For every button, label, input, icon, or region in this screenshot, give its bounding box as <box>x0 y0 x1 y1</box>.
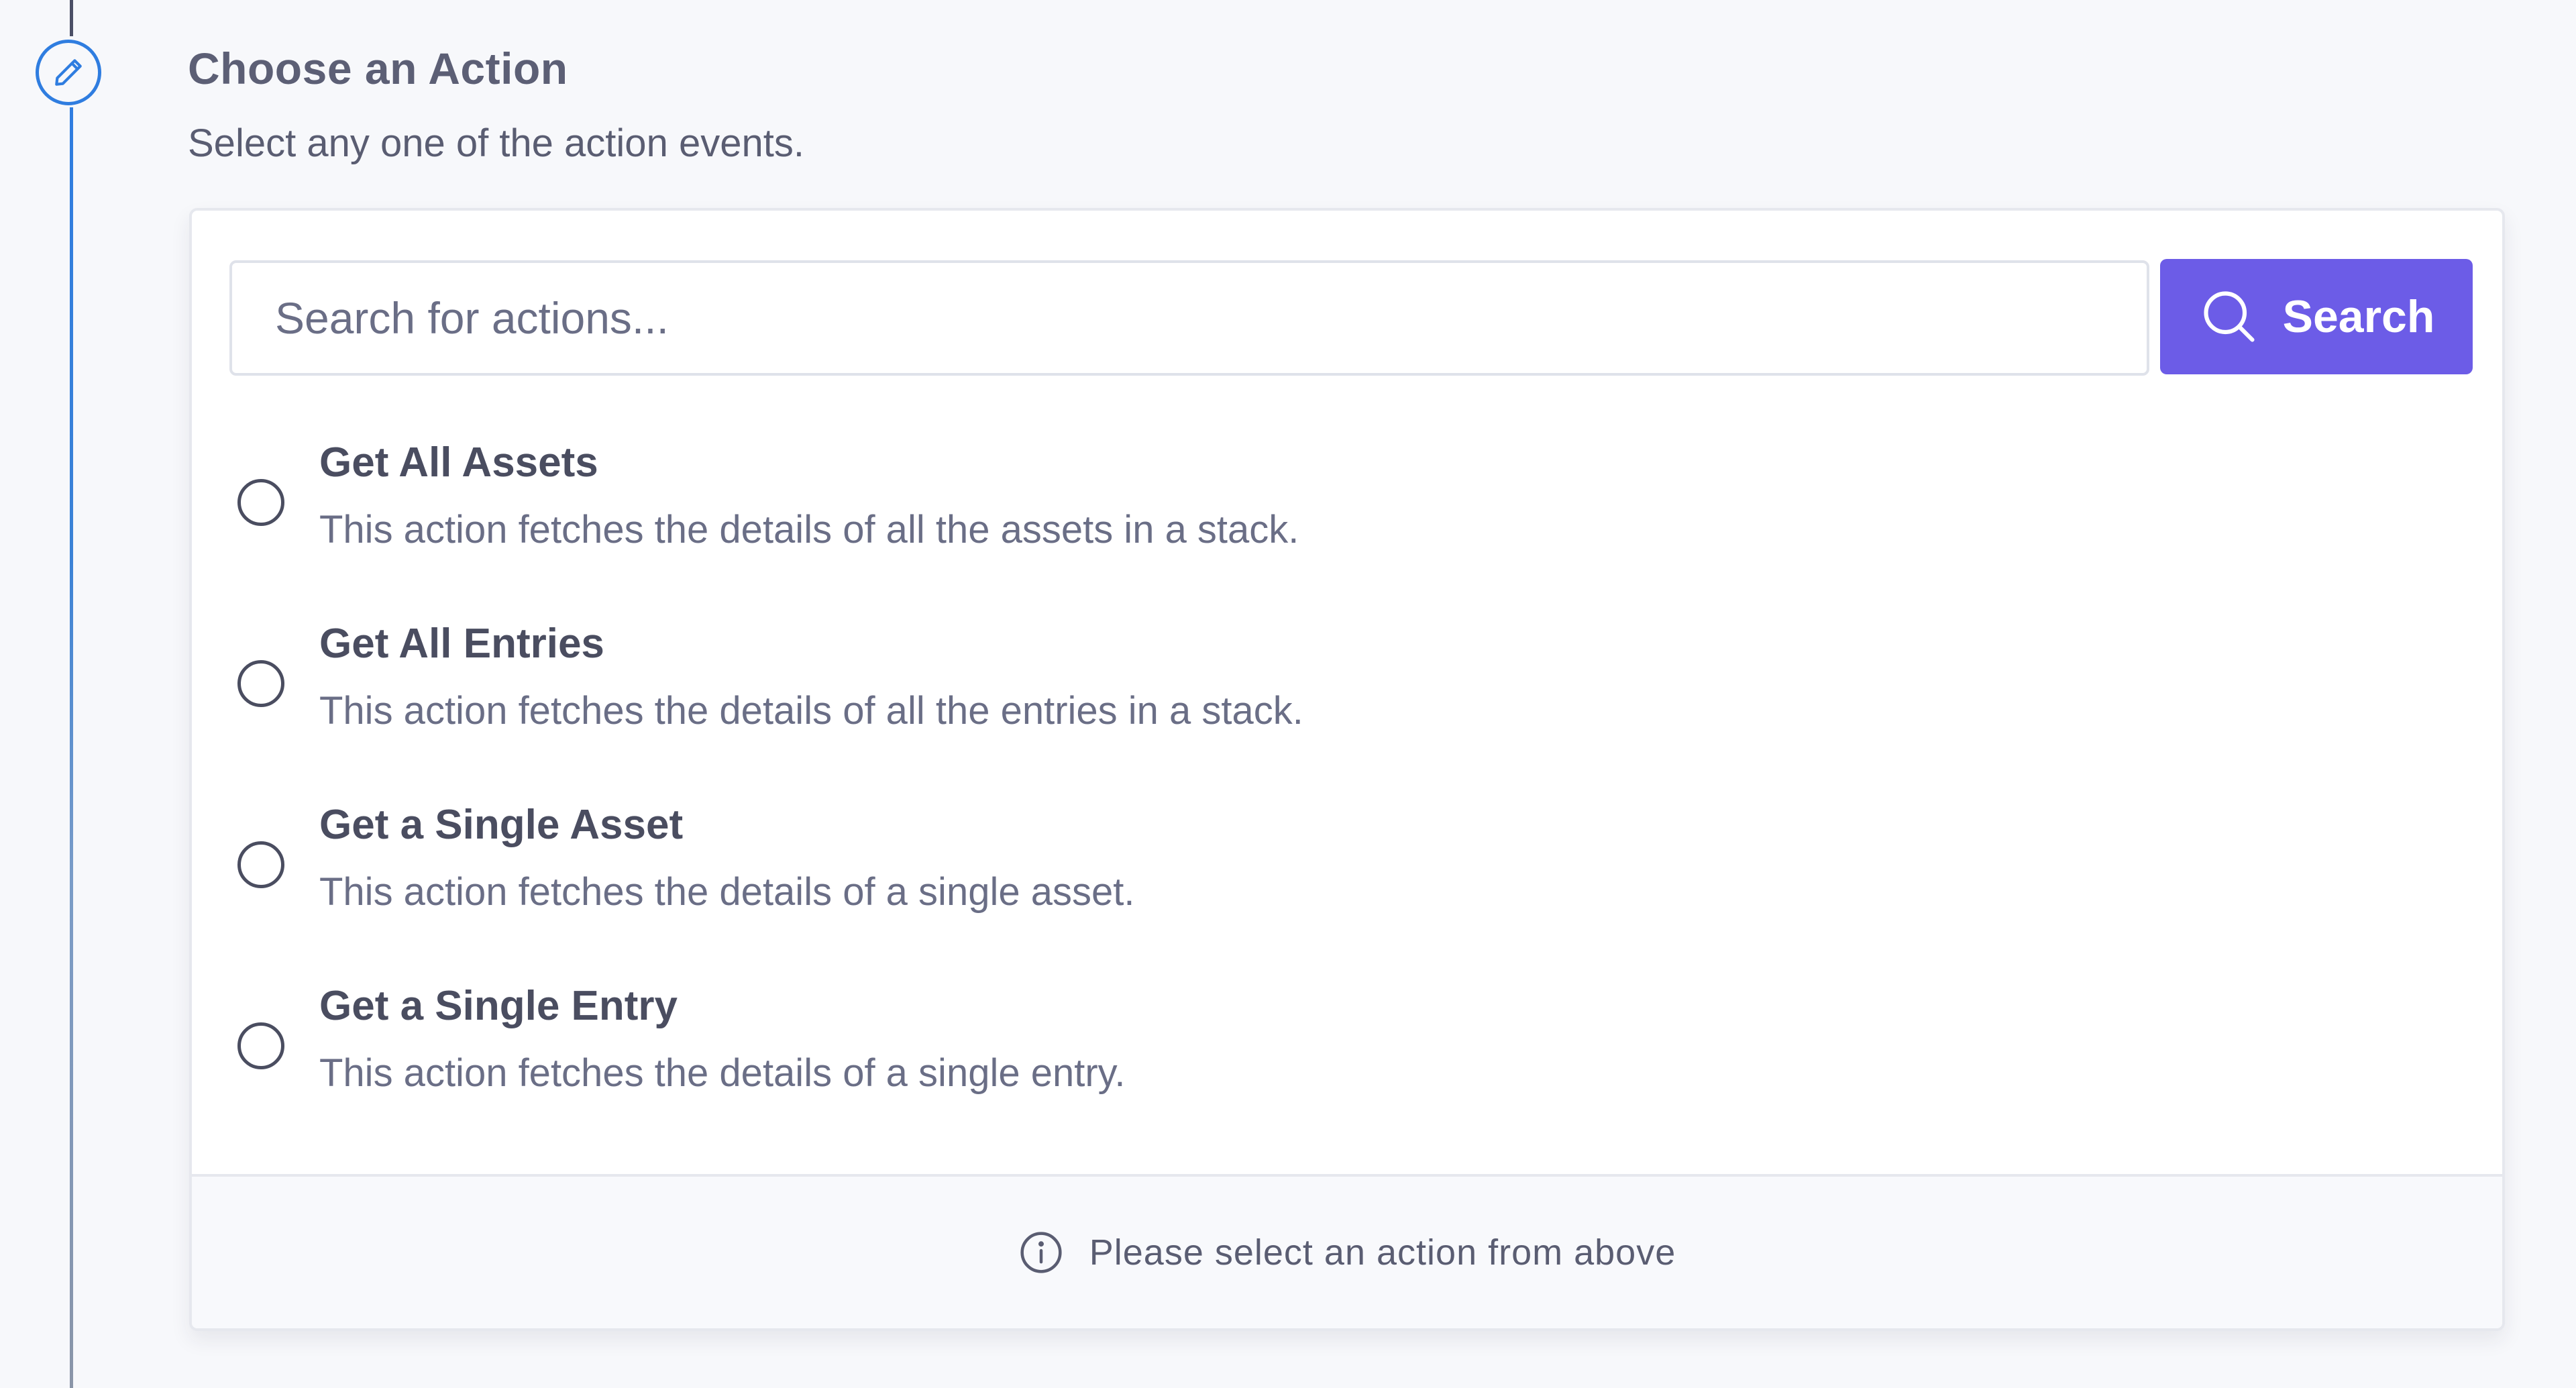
action-option-get-single-asset[interactable]: Get a Single Asset This action fetches t… <box>192 801 2502 962</box>
action-description: This action fetches the details of a sin… <box>319 1051 1126 1095</box>
pencil-icon <box>52 56 85 89</box>
search-icon <box>2198 286 2260 348</box>
timeline-line <box>70 107 73 1388</box>
section-title: Choose an Action <box>188 44 568 93</box>
section-subtitle: Select any one of the action events. <box>188 121 804 165</box>
action-title: Get All Entries <box>319 621 604 667</box>
footer-message: Please select an action from above <box>1089 1232 1676 1273</box>
info-icon <box>1018 1230 1064 1275</box>
step-indicator <box>36 40 101 105</box>
action-picker-card: Search Get All Assets This action fetche… <box>189 208 2505 1331</box>
action-option-get-all-entries[interactable]: Get All Entries This action fetches the … <box>192 620 2502 781</box>
action-title: Get a Single Asset <box>319 802 684 848</box>
search-button-label: Search <box>2282 291 2435 342</box>
radio-button[interactable] <box>237 660 284 707</box>
action-description: This action fetches the details of all t… <box>319 508 1299 551</box>
search-button[interactable]: Search <box>2160 259 2473 374</box>
action-title: Get All Assets <box>319 439 598 486</box>
search-input[interactable] <box>229 260 2149 376</box>
radio-button[interactable] <box>237 1022 284 1069</box>
radio-button[interactable] <box>237 841 284 888</box>
card-footer: Please select an action from above <box>192 1174 2502 1328</box>
action-option-get-single-entry[interactable]: Get a Single Entry This action fetches t… <box>192 982 2502 1143</box>
action-title: Get a Single Entry <box>319 983 678 1029</box>
action-description: This action fetches the details of all t… <box>319 689 1303 733</box>
action-description: This action fetches the details of a sin… <box>319 870 1135 914</box>
radio-button[interactable] <box>237 479 284 526</box>
action-option-get-all-assets[interactable]: Get All Assets This action fetches the d… <box>192 439 2502 600</box>
timeline-connector-top <box>70 0 73 36</box>
